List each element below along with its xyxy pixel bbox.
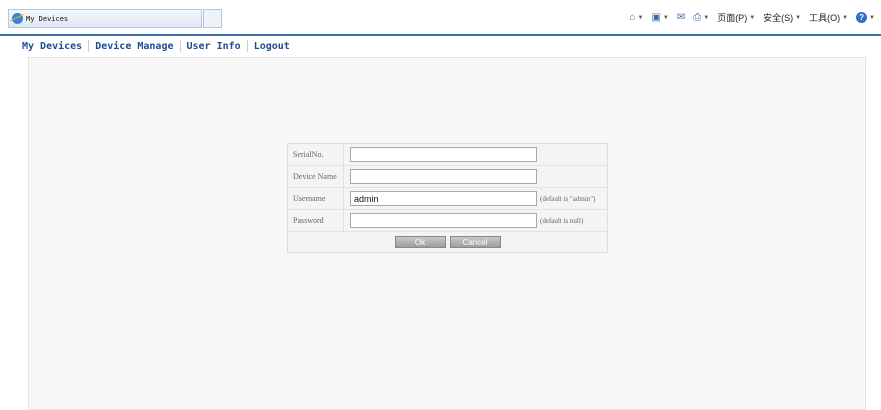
device-name-row: Device Name bbox=[288, 166, 607, 188]
username-input[interactable] bbox=[350, 191, 537, 206]
tools-menu[interactable]: 工具(O) ▼ bbox=[809, 11, 848, 24]
username-row: Username (default is "admin") bbox=[288, 188, 607, 210]
password-hint: (default is null) bbox=[540, 216, 584, 225]
chevron-down-icon: ▼ bbox=[749, 14, 756, 21]
password-input[interactable] bbox=[350, 213, 537, 228]
browser-tab-bar: My Devices ⌂ ▼ ▣ ▼ ✉ ⎙ ▼ 页面(P) ▼ 安全(S) ▼ 工具(O… bbox=[0, 0, 881, 34]
tab-title: My Devices bbox=[26, 14, 69, 23]
nav-divider bbox=[246, 40, 248, 52]
username-label: Username bbox=[288, 188, 344, 209]
page-menu[interactable]: 页面(P) ▼ bbox=[717, 11, 755, 24]
form-buttons: Ok Cancel bbox=[288, 232, 607, 252]
home-icon: ⌂ bbox=[629, 12, 636, 23]
serial-label: SerialNo. bbox=[288, 144, 344, 165]
serial-row: SerialNo. bbox=[288, 144, 607, 166]
print-button[interactable]: ⎙ ▼ bbox=[693, 12, 709, 23]
nav-device-manage[interactable]: Device Manage bbox=[95, 41, 173, 52]
feeds-icon: ▣ bbox=[651, 12, 661, 23]
device-name-input[interactable] bbox=[350, 169, 537, 184]
chevron-down-icon: ▼ bbox=[795, 14, 802, 21]
ok-button[interactable]: Ok bbox=[394, 236, 446, 248]
serial-input[interactable] bbox=[350, 147, 537, 162]
nav-divider bbox=[179, 40, 181, 52]
ie-logo-icon bbox=[12, 13, 23, 24]
print-icon: ⎙ bbox=[693, 12, 702, 23]
tools-menu-label: 工具(O) bbox=[809, 13, 841, 23]
chevron-down-icon: ▼ bbox=[842, 14, 849, 21]
chevron-down-icon: ▼ bbox=[637, 14, 644, 21]
help-icon: ? bbox=[856, 12, 868, 23]
toolbar-divider bbox=[0, 34, 881, 36]
nav-logout[interactable]: Logout bbox=[254, 41, 290, 52]
browser-tab[interactable]: My Devices bbox=[8, 9, 202, 28]
safety-menu-label: 安全(S) bbox=[763, 13, 794, 23]
help-button[interactable]: ? ▼ bbox=[856, 12, 875, 23]
nav-divider bbox=[88, 40, 90, 52]
cancel-button[interactable]: Cancel bbox=[449, 236, 501, 248]
device-form: SerialNo. Device Name Username (default … bbox=[287, 143, 608, 253]
nav-user-info[interactable]: User Info bbox=[187, 41, 241, 52]
mail-icon: ✉ bbox=[676, 12, 686, 23]
nav-my-devices[interactable]: My Devices bbox=[22, 41, 82, 52]
device-name-label: Device Name bbox=[288, 166, 344, 187]
command-bar: ⌂ ▼ ▣ ▼ ✉ ⎙ ▼ 页面(P) ▼ 安全(S) ▼ 工具(O) ▼ ? ▼ bbox=[621, 11, 875, 24]
chevron-down-icon: ▼ bbox=[662, 14, 669, 21]
home-button[interactable]: ⌂ ▼ bbox=[629, 12, 643, 23]
main-nav: My Devices Device Manage User Info Logou… bbox=[22, 40, 290, 52]
username-hint: (default is "admin") bbox=[540, 194, 596, 203]
chevron-down-icon: ▼ bbox=[869, 14, 875, 21]
new-tab-button[interactable] bbox=[203, 9, 222, 28]
page-menu-label: 页面(P) bbox=[717, 13, 748, 23]
password-row: Password (default is null) bbox=[288, 210, 607, 232]
mail-button[interactable]: ✉ bbox=[677, 12, 685, 23]
feeds-button[interactable]: ▣ ▼ bbox=[651, 12, 668, 23]
safety-menu[interactable]: 安全(S) ▼ bbox=[763, 11, 801, 24]
password-label: Password bbox=[288, 210, 344, 231]
chevron-down-icon: ▼ bbox=[703, 14, 710, 21]
